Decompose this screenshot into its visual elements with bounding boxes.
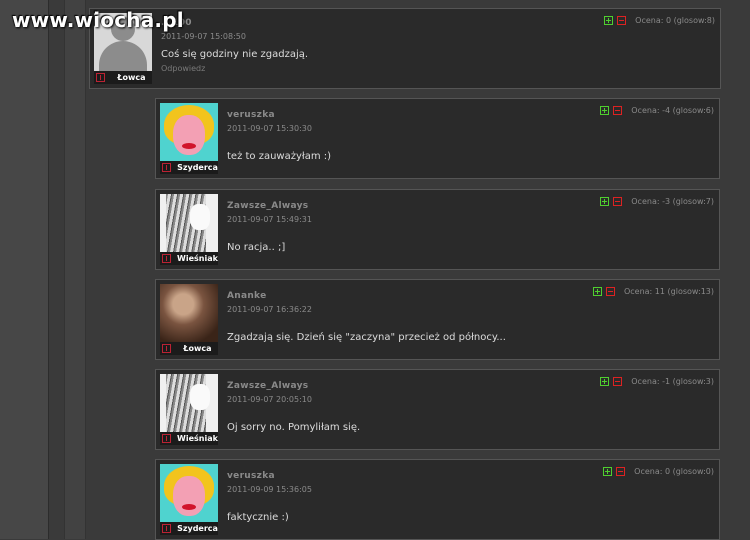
vote-box: Ocena: 0 (glosow:8) (604, 16, 715, 25)
marilyn-avatar-icon (160, 103, 218, 161)
vote-up-button[interactable] (600, 377, 610, 386)
comment-text: Coś się godziny nie zgadzają. (161, 49, 309, 60)
vote-down-button[interactable] (616, 467, 626, 476)
rank-badge: Łowca (160, 342, 218, 355)
anime-avatar-icon (160, 194, 218, 252)
vote-box: Ocena: 0 (glosow:0) (603, 467, 714, 476)
username[interactable]: Zawsze_Always (227, 201, 308, 211)
vote-down-button[interactable] (613, 197, 623, 206)
comment-date: 2011-09-07 16:36:22 (227, 305, 312, 314)
comment-date: 2011-09-07 20:05:10 (227, 395, 312, 404)
comment-date: 2011-09-07 15:30:30 (227, 124, 312, 133)
rank-badge: Łowca (94, 71, 152, 84)
username[interactable]: Zawsze_Always (227, 381, 308, 391)
vote-box: Ocena: 11 (glosow:13) (592, 287, 714, 296)
comment-text: też to zauważyłam :) (227, 151, 332, 162)
vote-down-button[interactable] (613, 106, 623, 115)
rank-icon (162, 434, 171, 443)
vote-down-button[interactable] (613, 377, 623, 386)
username[interactable]: veruszka (227, 110, 275, 120)
vote-up-button[interactable] (600, 106, 610, 115)
rank-icon (162, 254, 171, 263)
comment-reply: Łowca Ananke 2011-09-07 16:36:22 Zgadzaj… (155, 279, 720, 360)
comment-reply: Wieśniak Zawsze_Always 2011-09-07 20:05:… (155, 369, 720, 450)
vote-box: Ocena: -4 (glosow:6) (600, 106, 714, 115)
rank-icon (162, 163, 171, 172)
comment-date: 2011-09-09 15:36:05 (227, 485, 312, 494)
user-avatar[interactable]: Łowca (160, 284, 218, 355)
site-watermark: www.wiocha.pl (12, 8, 184, 32)
comment-text: Zgadzają się. Dzień się "zaczyna" przeci… (227, 332, 506, 343)
user-avatar[interactable]: Szyderca (160, 103, 218, 174)
comment-date: 2011-09-07 15:08:50 (161, 32, 246, 41)
marilyn-avatar-icon (160, 464, 218, 522)
left-sidebar-strip (0, 0, 49, 539)
username[interactable]: Ananke (227, 291, 267, 301)
comment-reply: Szyderca veruszka 2011-09-07 15:30:30 te… (155, 98, 720, 179)
reply-link[interactable]: Odpowiedz (161, 64, 205, 73)
rank-badge: Szyderca (160, 522, 218, 535)
rank-badge: Wieśniak (160, 432, 218, 445)
vote-score: Ocena: 11 (glosow:13) (623, 287, 714, 296)
photo-avatar-icon (160, 284, 218, 342)
rank-icon (96, 73, 105, 82)
vote-box: Ocena: -3 (glosow:7) (600, 197, 714, 206)
comment-text: faktycznie :) (227, 512, 289, 523)
vote-up-button[interactable] (592, 287, 602, 296)
rank-icon (162, 524, 171, 533)
user-avatar[interactable]: Wieśniak (160, 374, 218, 445)
username[interactable]: veruszka (227, 471, 275, 481)
vote-up-button[interactable] (603, 467, 613, 476)
rank-icon (162, 344, 171, 353)
vote-up-button[interactable] (604, 16, 614, 25)
vote-up-button[interactable] (600, 197, 610, 206)
vote-down-button[interactable] (617, 16, 627, 25)
vote-score: Ocena: -4 (glosow:6) (631, 106, 714, 115)
comment-text: Oj sorry no. Pomyliłam się. (227, 422, 361, 433)
rank-badge: Szyderca (160, 161, 218, 174)
comment-date: 2011-09-07 15:49:31 (227, 215, 312, 224)
anime-avatar-icon (160, 374, 218, 432)
rank-badge: Wieśniak (160, 252, 218, 265)
vote-down-button[interactable] (605, 287, 615, 296)
vote-score: Ocena: 0 (glosow:8) (635, 16, 715, 25)
vote-score: Ocena: -3 (glosow:7) (631, 197, 714, 206)
thread-rail (64, 0, 86, 539)
user-avatar[interactable]: Wieśniak (160, 194, 218, 265)
comment-reply: Wieśniak Zawsze_Always 2011-09-07 15:49:… (155, 189, 720, 270)
comment-reply: Szyderca veruszka 2011-09-09 15:36:05 fa… (155, 459, 720, 540)
vote-score: Ocena: 0 (glosow:0) (634, 467, 714, 476)
vote-box: Ocena: -1 (glosow:3) (600, 377, 714, 386)
vote-score: Ocena: -1 (glosow:3) (631, 377, 714, 386)
comment-text: No racja.. ;] (227, 242, 286, 253)
user-avatar[interactable]: Szyderca (160, 464, 218, 535)
